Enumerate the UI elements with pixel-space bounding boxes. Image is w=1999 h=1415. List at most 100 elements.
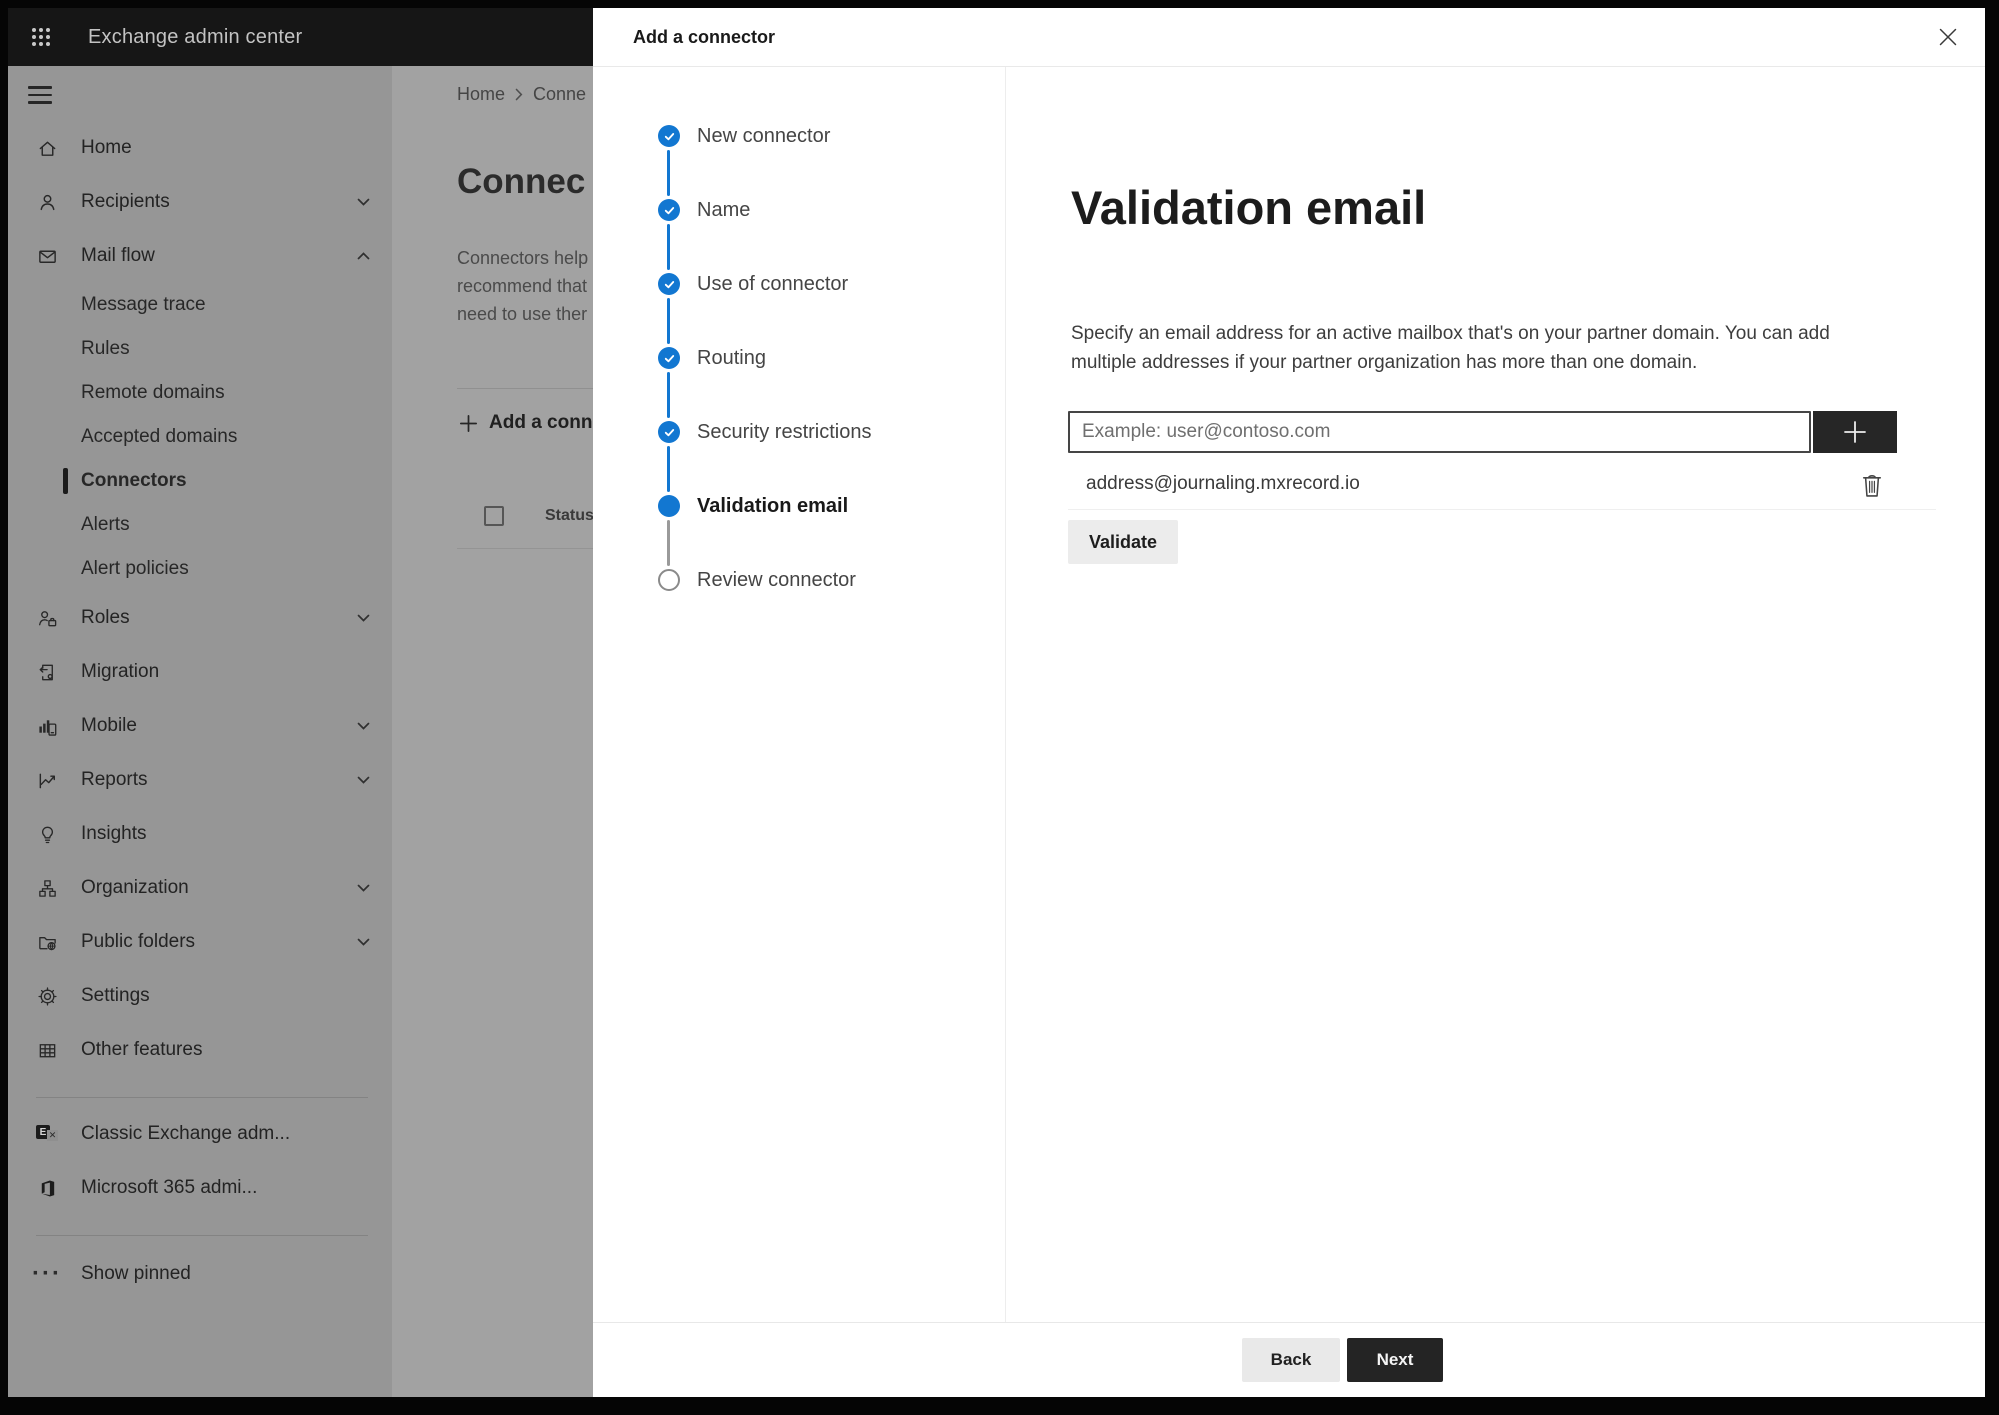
sidebar-item-connectors[interactable]: Connectors bbox=[8, 459, 392, 503]
add-email-button[interactable] bbox=[1813, 411, 1897, 453]
sidebar-item-rules[interactable]: Rules bbox=[8, 327, 392, 371]
email-address-row: address@journaling.mxrecord.io bbox=[1068, 459, 1936, 510]
wizard-content-panel: Validation email Specify an email addres… bbox=[1006, 67, 1985, 1322]
sidebar-item-label: Home bbox=[81, 137, 132, 158]
person-icon bbox=[36, 191, 58, 213]
hamburger-menu-icon[interactable] bbox=[28, 82, 58, 108]
lightbulb-icon bbox=[36, 823, 58, 845]
mail-icon bbox=[36, 245, 58, 267]
sidebar-item-classic-exchange[interactable]: E ✕ Classic Exchange adm... bbox=[8, 1107, 392, 1161]
sidebar-item-insights[interactable]: Insights bbox=[8, 807, 392, 861]
back-button[interactable]: Back bbox=[1242, 1338, 1340, 1382]
page-intro-text: Connectors help recommend that need to u… bbox=[457, 248, 589, 324]
sidebar-item-migration[interactable]: Migration bbox=[8, 645, 392, 699]
sidebar-item-roles[interactable]: Roles bbox=[8, 591, 392, 645]
line-chart-icon bbox=[36, 769, 58, 791]
roles-icon bbox=[36, 607, 58, 629]
grid-table-icon bbox=[36, 1039, 58, 1061]
close-icon bbox=[1939, 28, 1957, 46]
sidebar-item-alerts[interactable]: Alerts bbox=[8, 503, 392, 547]
mobile-stats-icon bbox=[36, 715, 58, 737]
app-launcher-icon[interactable] bbox=[28, 24, 54, 50]
breadcrumb-chevron-icon bbox=[515, 88, 523, 101]
plus-icon bbox=[1844, 421, 1866, 443]
sidebar-item-public-folders[interactable]: Public folders bbox=[8, 915, 392, 969]
chevron-down-icon bbox=[357, 776, 370, 784]
wizard-step-new-connector[interactable]: New connector bbox=[593, 99, 1005, 173]
step-check-icon bbox=[658, 199, 680, 221]
chevron-down-icon bbox=[357, 198, 370, 206]
sidebar-item-microsoft-365[interactable]: Microsoft 365 admi... bbox=[8, 1161, 392, 1215]
step-check-icon bbox=[658, 421, 680, 443]
add-connector-button[interactable]: Add a conn bbox=[457, 406, 592, 440]
email-input[interactable] bbox=[1068, 411, 1811, 453]
sidebar-item-remote-domains[interactable]: Remote domains bbox=[8, 371, 392, 415]
close-button[interactable] bbox=[1933, 22, 1963, 52]
sidebar-item-reports[interactable]: Reports bbox=[8, 753, 392, 807]
sidebar-item-mobile[interactable]: Mobile bbox=[8, 699, 392, 753]
dialog-title: Add a connector bbox=[633, 26, 776, 47]
home-icon bbox=[36, 137, 58, 159]
classic-exchange-icon: E ✕ bbox=[36, 1123, 58, 1145]
wizard-steps-panel: New connector Name Use of connector Rout… bbox=[593, 67, 1006, 1322]
email-address-value: address@journaling.mxrecord.io bbox=[1086, 473, 1360, 494]
step-check-icon bbox=[658, 273, 680, 295]
step-description: Specify an email address for an active m… bbox=[1071, 323, 1830, 373]
step-current-dot bbox=[658, 495, 680, 517]
app-title: Exchange admin center bbox=[88, 25, 303, 48]
wizard-step-validation-email[interactable]: Validation email bbox=[593, 446, 1005, 543]
org-chart-icon bbox=[36, 877, 58, 899]
add-connector-dialog: Add a connector New connector Name Use o… bbox=[593, 8, 1985, 1397]
select-all-checkbox[interactable] bbox=[484, 506, 504, 526]
sidebar-item-accepted-domains[interactable]: Accepted domains bbox=[8, 415, 392, 459]
sidebar-item-settings[interactable]: Settings bbox=[8, 969, 392, 1023]
sidebar-divider bbox=[36, 1097, 368, 1098]
sidebar-item-other-features[interactable]: Other features bbox=[8, 1023, 392, 1077]
folder-globe-icon bbox=[36, 931, 58, 953]
sidebar-nav: Home Recipients Mail flow Message trace … bbox=[8, 121, 392, 1301]
sidebar-item-mail-flow[interactable]: Mail flow bbox=[8, 229, 392, 283]
chevron-down-icon bbox=[357, 722, 370, 730]
wizard-step-security-restrictions[interactable]: Security restrictions bbox=[593, 372, 1005, 469]
chevron-down-icon bbox=[357, 614, 370, 622]
sidebar-item-home[interactable]: Home bbox=[8, 121, 392, 175]
chevron-up-icon bbox=[357, 252, 370, 260]
chevron-down-icon bbox=[357, 884, 370, 892]
wizard-step-routing[interactable]: Routing bbox=[593, 298, 1005, 395]
page-title: Connec bbox=[457, 162, 586, 201]
dialog-header: Add a connector bbox=[593, 8, 1985, 67]
dialog-body: New connector Name Use of connector Rout… bbox=[593, 67, 1985, 1322]
sidebar-item-organization[interactable]: Organization bbox=[8, 861, 392, 915]
validate-button[interactable]: Validate bbox=[1068, 520, 1179, 564]
sidebar-item-label: Recipients bbox=[81, 191, 170, 212]
sidebar-item-label: Mail flow bbox=[81, 245, 155, 266]
chevron-down-icon bbox=[357, 938, 370, 946]
microsoft-365-icon bbox=[36, 1177, 58, 1199]
table-header-row: Status bbox=[484, 506, 594, 526]
migration-icon bbox=[36, 661, 58, 683]
trash-icon bbox=[1862, 474, 1882, 497]
email-input-row bbox=[1068, 411, 1897, 453]
step-heading: Validation email bbox=[1071, 181, 1427, 234]
sidebar-item-recipients[interactable]: Recipients bbox=[8, 175, 392, 229]
status-column-header: Status bbox=[545, 507, 594, 524]
wizard-step-name[interactable]: Name bbox=[593, 150, 1005, 247]
breadcrumb-home[interactable]: Home bbox=[457, 84, 505, 105]
step-empty-circle bbox=[658, 569, 680, 591]
step-check-icon bbox=[658, 347, 680, 369]
dialog-footer: Back Next bbox=[593, 1322, 1985, 1397]
sidebar-divider bbox=[36, 1235, 368, 1236]
sidebar-item-alert-policies[interactable]: Alert policies bbox=[8, 547, 392, 591]
ellipsis-icon: ··· bbox=[32, 1260, 62, 1287]
screen: Exchange admin center Home Recipients Ma… bbox=[8, 8, 1985, 1397]
sidebar: Home Recipients Mail flow Message trace … bbox=[8, 66, 392, 1397]
wizard-step-use-of-connector[interactable]: Use of connector bbox=[593, 224, 1005, 321]
next-button[interactable]: Next bbox=[1347, 1338, 1443, 1382]
wizard-step-review-connector[interactable]: Review connector bbox=[593, 520, 1005, 617]
gear-icon bbox=[36, 985, 58, 1007]
sidebar-item-message-trace[interactable]: Message trace bbox=[8, 283, 392, 327]
sidebar-item-show-pinned[interactable]: ··· Show pinned bbox=[8, 1247, 392, 1301]
step-check-icon bbox=[658, 125, 680, 147]
plus-icon bbox=[457, 412, 480, 435]
delete-address-button[interactable] bbox=[1858, 470, 1886, 500]
